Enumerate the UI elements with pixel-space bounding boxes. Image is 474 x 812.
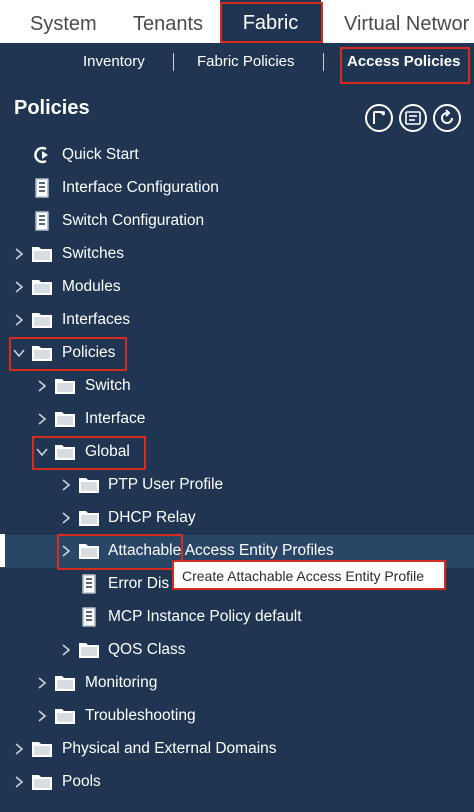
tree-label: Switch [85,377,131,394]
folder-icon [55,709,75,724]
tree-item-qos-class[interactable]: QOS Class [0,634,474,667]
tree-item-pools[interactable]: Pools [0,766,474,799]
chevron-right-icon[interactable] [35,709,49,723]
chevron-right-icon[interactable] [12,313,26,327]
folder-icon [55,379,75,394]
tree-item-switch-configuration[interactable]: Switch Configuration [0,205,474,238]
tree-item-physical-and-external-domains[interactable]: Physical and External Domains [0,733,474,766]
tree-item-quick-start[interactable]: Quick Start [0,139,474,172]
tree-item-interfaces[interactable]: Interfaces [0,304,474,337]
chevron-down-icon[interactable] [12,346,26,360]
chevron-right-icon[interactable] [12,280,26,294]
subnav-access-policies[interactable]: Access Policies [347,53,460,70]
chevron-right-icon[interactable] [59,544,73,558]
tree-item-troubleshooting[interactable]: Troubleshooting [0,700,474,733]
tab-virtual-networking[interactable]: Virtual Networ [344,0,469,43]
create-aaep-tooltip[interactable]: Create Attachable Access Entity Profile [172,560,446,590]
tree-item-global[interactable]: Global [0,436,474,469]
tree-label: Monitoring [85,674,158,691]
tree-item-switches[interactable]: Switches [0,238,474,271]
tree-label: Switches [62,245,125,262]
tab-system[interactable]: System [30,0,97,43]
tree-label: Global [85,443,130,460]
tree-label: Modules [62,278,121,295]
folder-icon [55,676,75,691]
panel-title: Policies [14,97,90,119]
selection-indicator [0,534,5,567]
tooltip-text: Create Attachable Access Entity Profile [182,568,425,584]
folder-icon [32,346,52,361]
folder-icon [32,247,52,262]
folder-icon [32,313,52,328]
sub-nav: Inventory Fabric Policies Access Policie… [0,43,474,85]
tree-item-modules[interactable]: Modules [0,271,474,304]
folder-icon [79,643,99,658]
quick-start-icon [34,146,48,164]
folder-icon [79,478,99,493]
list-icon[interactable] [399,104,427,132]
tree-item-policies[interactable]: Policies [0,337,474,370]
chevron-down-icon[interactable] [35,445,49,459]
tree-item-monitoring[interactable]: Monitoring [0,667,474,700]
tree-label: QOS Class [108,641,186,658]
tree-label: Interfaces [62,311,131,328]
tree-label: Attachable Access Entity Profiles [108,542,334,559]
document-icon [35,178,49,198]
tree-item-mcp-instance-policy-default[interactable]: MCP Instance Policy default [0,601,474,634]
tree-item-ptp-user-profile[interactable]: PTP User Profile [0,469,474,502]
subnav-inventory[interactable]: Inventory [83,53,145,70]
tab-fabric[interactable]: Fabric [220,0,321,43]
subnav-fabric-policies[interactable]: Fabric Policies [197,53,295,70]
chevron-right-icon[interactable] [35,379,49,393]
tree-item-interface-configuration[interactable]: Interface Configuration [0,172,474,205]
tree-label: Physical and External Domains [62,740,277,757]
document-icon [82,574,96,594]
chevron-right-icon[interactable] [35,676,49,690]
document-icon [35,211,49,231]
tab-tenants[interactable]: Tenants [133,0,203,43]
tag-icon[interactable] [365,104,393,132]
tree-label: Error Dis [108,575,170,592]
tree-label: Pools [62,773,101,790]
chevron-right-icon[interactable] [12,775,26,789]
subnav-separator [173,53,174,71]
tree-label: Troubleshooting [85,707,196,724]
chevron-right-icon[interactable] [35,412,49,426]
folder-icon [32,775,52,790]
tree-item-interface[interactable]: Interface [0,403,474,436]
tree-label: Policies [62,344,116,361]
subnav-separator [323,53,324,71]
top-tab-bar: System Tenants Fabric Virtual Networ [0,0,474,43]
chevron-right-icon[interactable] [59,478,73,492]
folder-icon [32,280,52,295]
tree-item-dhcp-relay[interactable]: DHCP Relay [0,502,474,535]
tree-label: Switch Configuration [62,212,205,229]
tree-label: DHCP Relay [108,509,196,526]
folder-icon [32,742,52,757]
chevron-right-icon[interactable] [12,742,26,756]
tree-item-switch[interactable]: Switch [0,370,474,403]
tree-label: Interface [85,410,146,427]
folder-icon [79,511,99,526]
chevron-right-icon[interactable] [12,247,26,261]
folder-icon [55,412,75,427]
chevron-right-icon[interactable] [59,643,73,657]
tree-label: PTP User Profile [108,476,224,493]
folder-icon [79,544,99,559]
refresh-icon[interactable] [433,104,461,132]
tree-label: MCP Instance Policy default [108,608,302,625]
document-icon [82,607,96,627]
folder-icon [55,445,75,460]
tree-label: Interface Configuration [62,179,219,196]
chevron-right-icon[interactable] [59,511,73,525]
tree-label: Quick Start [62,146,139,163]
